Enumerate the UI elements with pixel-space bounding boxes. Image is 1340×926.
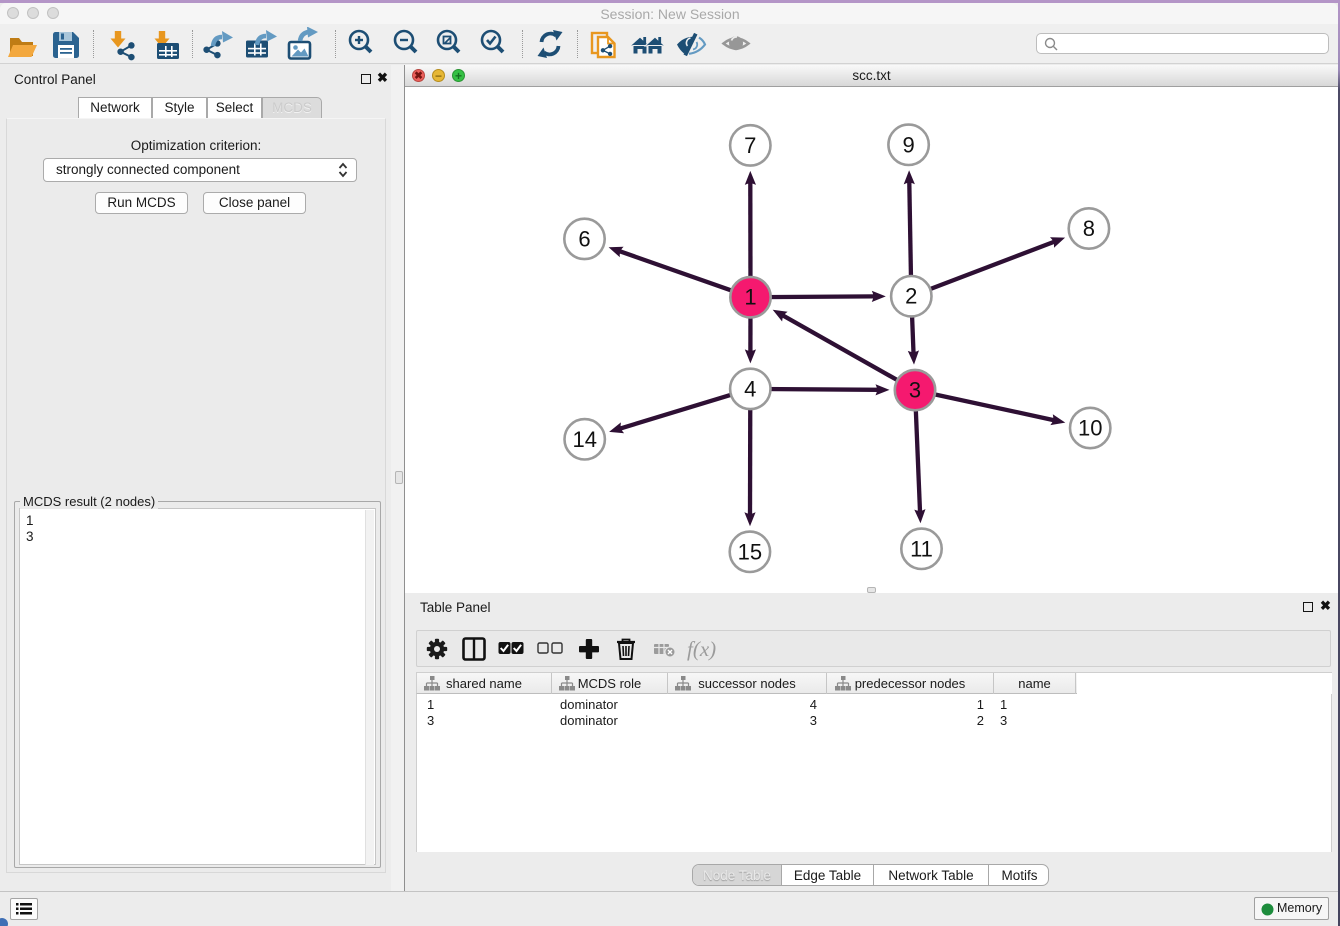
svg-text:7: 7 xyxy=(744,133,756,158)
svg-text:11: 11 xyxy=(910,536,933,561)
svg-text:10: 10 xyxy=(1078,416,1102,441)
svg-text:1: 1 xyxy=(744,285,756,310)
svg-text:9: 9 xyxy=(902,132,914,157)
svg-text:2: 2 xyxy=(905,284,917,309)
svg-text:14: 14 xyxy=(572,427,596,452)
svg-text:3: 3 xyxy=(909,378,921,403)
svg-text:f(x): f(x) xyxy=(687,637,716,661)
svg-text:6: 6 xyxy=(578,226,590,251)
svg-text:15: 15 xyxy=(738,539,762,564)
svg-text:4: 4 xyxy=(744,376,756,401)
svg-text:8: 8 xyxy=(1083,216,1095,241)
